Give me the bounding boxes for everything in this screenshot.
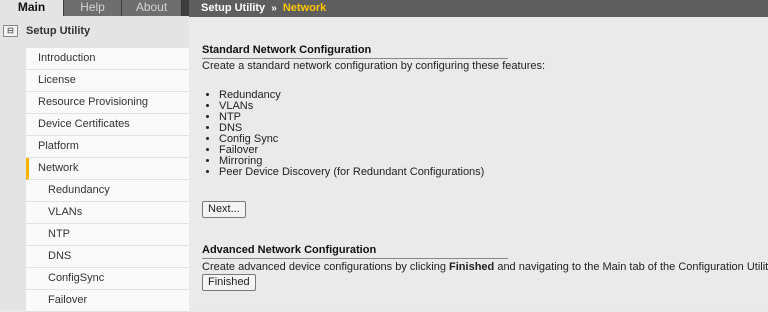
feature-item: Redundancy	[219, 90, 484, 101]
tab-help[interactable]: Help	[64, 0, 122, 16]
tree-collapse-icon[interactable]: ⊟	[3, 25, 18, 37]
nav-item-vlans[interactable]: VLANs	[26, 202, 189, 224]
setup-nav: Introduction License Resource Provisioni…	[26, 48, 189, 312]
content-header-bar: Setup Utility » Network	[189, 0, 768, 17]
nav-item-device-certificates[interactable]: Device Certificates	[26, 114, 189, 136]
nav-item-introduction[interactable]: Introduction	[26, 48, 189, 70]
main-content: Standard Network Configuration Create a …	[189, 17, 768, 311]
nav-item-dns[interactable]: DNS	[26, 246, 189, 268]
tab-bar: Main Help About	[0, 0, 189, 16]
advanced-section-title: Advanced Network Configuration	[202, 244, 508, 259]
feature-item: NTP	[219, 112, 484, 123]
nav-item-configsync[interactable]: ConfigSync	[26, 268, 189, 290]
advanced-desc-bold: Finished	[449, 261, 495, 273]
nav-item-failover[interactable]: Failover	[26, 290, 189, 312]
tree-header: ⊟ Setup Utility	[0, 18, 189, 46]
finished-button[interactable]: Finished	[202, 274, 256, 291]
breadcrumb-root[interactable]: Setup Utility	[201, 2, 265, 14]
feature-item: Config Sync	[219, 134, 484, 145]
advanced-desc-after: and navigating to the Main tab of the Co…	[494, 261, 768, 273]
nav-item-resource-provisioning[interactable]: Resource Provisioning	[26, 92, 189, 114]
next-button[interactable]: Next...	[202, 201, 246, 218]
advanced-desc-before: Create advanced device configurations by…	[202, 261, 450, 273]
advanced-description: Create advanced device configurations by…	[202, 261, 768, 273]
standard-section-title: Standard Network Configuration	[202, 44, 508, 59]
feature-item: VLANs	[219, 101, 484, 112]
feature-item: Peer Device Discovery (for Redundant Con…	[219, 167, 484, 178]
breadcrumb-separator-icon: »	[271, 3, 277, 14]
nav-item-ntp[interactable]: NTP	[26, 224, 189, 246]
nav-item-platform[interactable]: Platform	[26, 136, 189, 158]
left-panel: Main Help About ⊟ Setup Utility Introduc…	[0, 0, 189, 312]
nav-item-license[interactable]: License	[26, 70, 189, 92]
tab-main[interactable]: Main	[0, 0, 64, 16]
standard-description: Create a standard network configuration …	[202, 60, 546, 72]
nav-item-redundancy[interactable]: Redundancy	[26, 180, 189, 202]
breadcrumb-current: Network	[282, 2, 327, 14]
breadcrumb: Setup Utility » Network	[201, 2, 326, 14]
nav-item-network[interactable]: Network	[26, 158, 189, 180]
feature-list: Redundancy VLANs NTP DNS Config Sync Fai…	[209, 90, 484, 178]
tab-about[interactable]: About	[122, 0, 182, 16]
tree-title[interactable]: Setup Utility	[26, 25, 90, 37]
